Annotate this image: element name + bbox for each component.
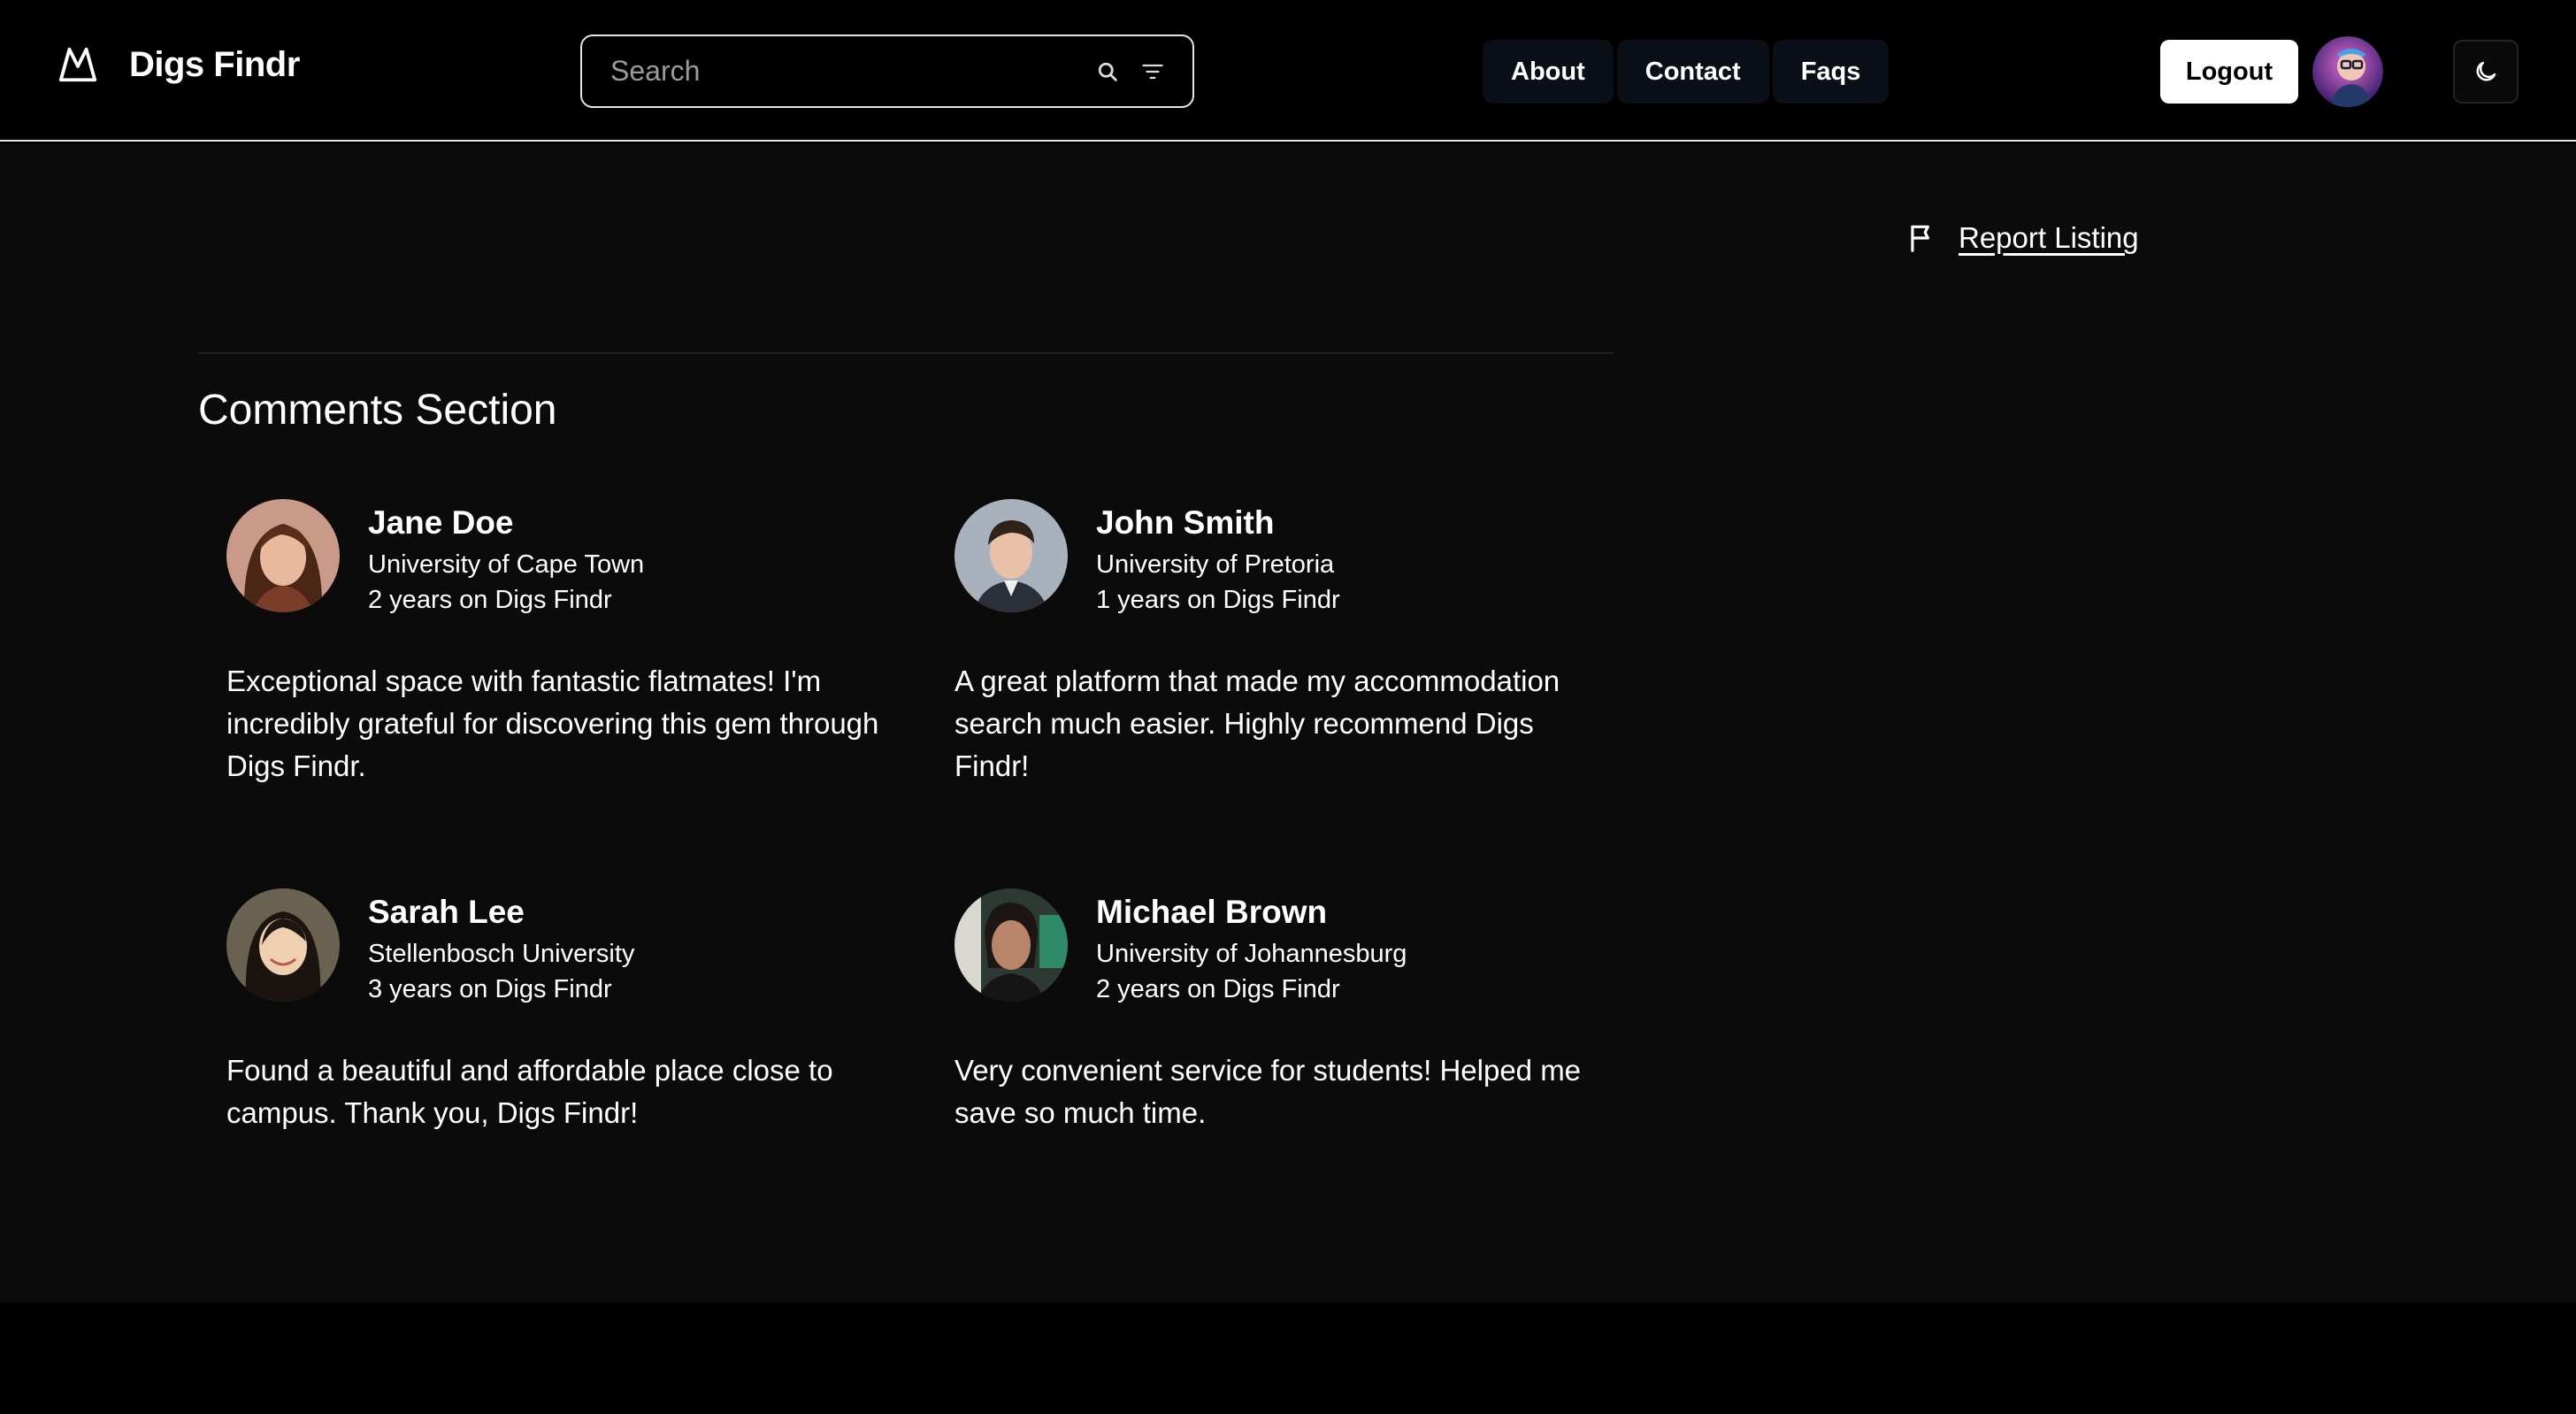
- mountain-logo-icon: [58, 47, 97, 82]
- commenter-name: John Smith: [1096, 504, 1275, 541]
- nav-contact[interactable]: Contact: [1616, 40, 1769, 104]
- commenter-university: Stellenbosch University: [368, 940, 635, 968]
- logout-button[interactable]: Logout: [2160, 40, 2298, 104]
- flag-icon: [1911, 225, 1929, 252]
- main-nav: About Contact Faqs: [1483, 40, 1890, 104]
- commenter-university: University of Pretoria: [1096, 550, 1335, 579]
- top-navbar: Digs Findr About Contact Faqs Logout: [0, 0, 2576, 142]
- user-avatar[interactable]: [2312, 36, 2383, 107]
- commenter-tenure: 2 years on Digs Findr: [1096, 975, 1340, 1003]
- commenter-tenure: 3 years on Digs Findr: [368, 975, 612, 1003]
- app-name: Digs Findr: [129, 44, 300, 84]
- nav-faqs[interactable]: Faqs: [1772, 40, 1890, 104]
- commenter-university: University of Johannesburg: [1096, 940, 1407, 968]
- commenter-avatar: [226, 499, 340, 612]
- moon-icon: [2476, 61, 2496, 81]
- commenter-university: University of Cape Town: [368, 550, 645, 579]
- footer: [0, 1303, 2576, 1414]
- comments-section-title: Comments Section: [198, 387, 557, 434]
- commenter-tenure: 2 years on Digs Findr: [368, 586, 612, 614]
- commenter-name: Sarah Lee: [368, 894, 525, 930]
- section-divider: [198, 352, 1614, 354]
- commenter-avatar: [954, 888, 1068, 1002]
- comment-text: Very convenient service for students! He…: [954, 1054, 1582, 1129]
- commenter-avatar: [954, 499, 1068, 612]
- comment-text: Found a beautiful and affordable place c…: [226, 1054, 833, 1129]
- comment-text: A great platform that made my accommodat…: [954, 665, 1560, 782]
- commenter-avatar: [226, 888, 340, 1002]
- search-icon[interactable]: [1095, 59, 1120, 84]
- commenter-name: Jane Doe: [368, 504, 514, 541]
- search-input[interactable]: [582, 54, 1095, 88]
- comment-text: Exceptional space with fantastic flatmat…: [226, 665, 879, 782]
- commenter-tenure: 1 years on Digs Findr: [1096, 586, 1340, 614]
- report-listing[interactable]: Report Listing: [1905, 221, 2139, 255]
- report-listing-link[interactable]: Report Listing: [1959, 221, 2139, 255]
- commenter-name: Michael Brown: [1096, 894, 1328, 930]
- theme-toggle-button[interactable]: [2453, 40, 2518, 104]
- brand-logo[interactable]: Digs Findr: [57, 44, 300, 85]
- filter-icon[interactable]: [1139, 59, 1166, 84]
- nav-about[interactable]: About: [1483, 40, 1614, 104]
- search-bar: [580, 35, 1194, 108]
